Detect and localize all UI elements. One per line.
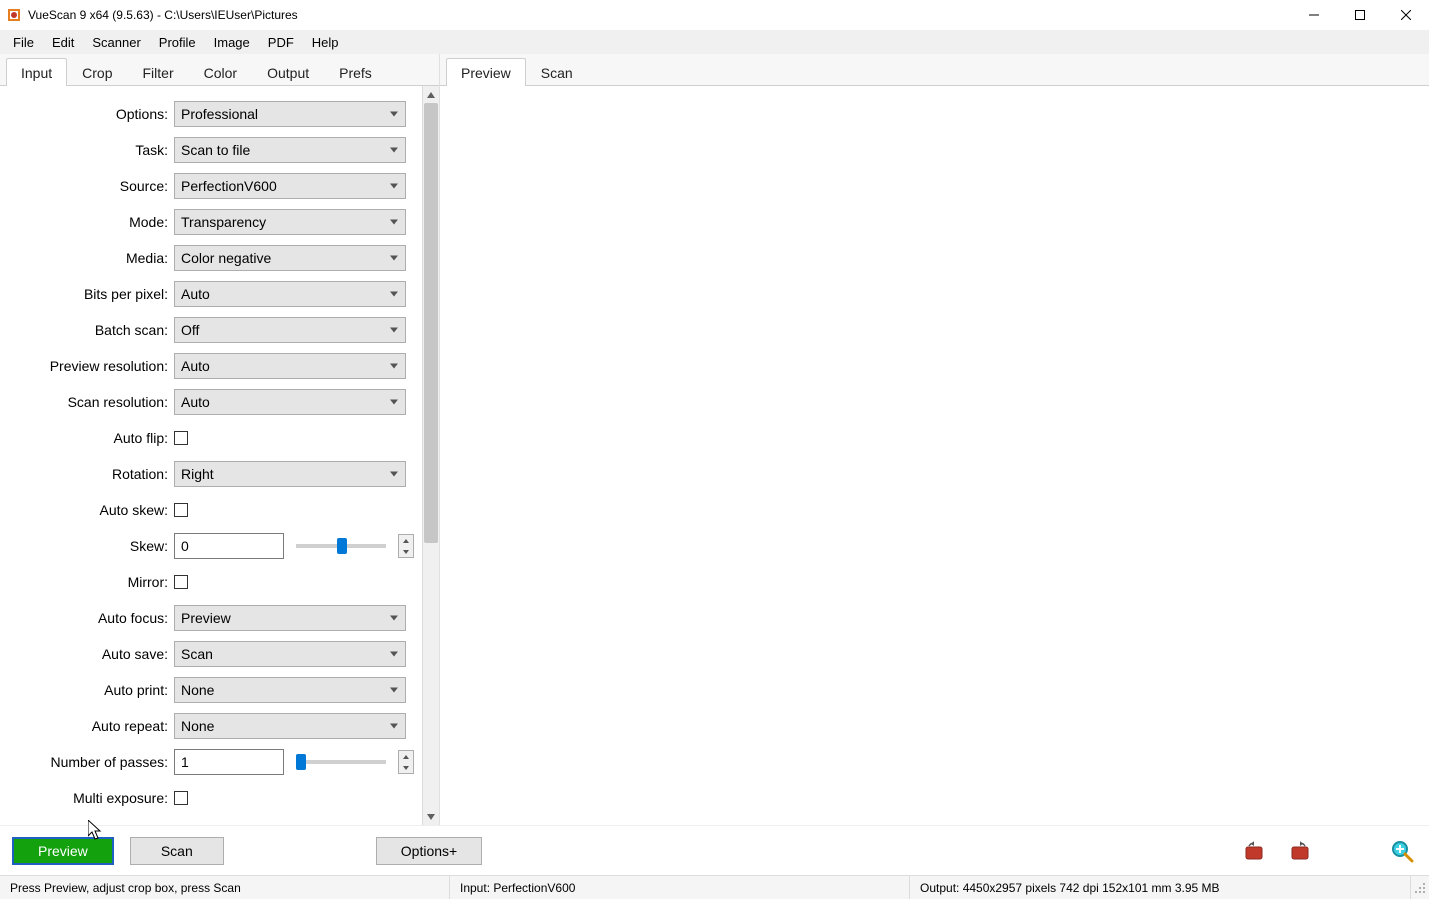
rotation-select[interactable]: Right	[174, 461, 406, 487]
menu-profile[interactable]: Profile	[150, 33, 205, 52]
statusbar: Press Preview, adjust crop box, press Sc…	[0, 875, 1429, 899]
task-select[interactable]: Scan to file	[174, 137, 406, 163]
left-tabstrip: Input Crop Filter Color Output Prefs	[0, 54, 439, 86]
batch-select[interactable]: Off	[174, 317, 406, 343]
autofocus-select[interactable]: Preview	[174, 605, 406, 631]
label-options: Options:	[4, 106, 174, 122]
maximize-button[interactable]	[1337, 0, 1383, 30]
status-hint: Press Preview, adjust crop box, press Sc…	[0, 876, 450, 899]
status-output: Output: 4450x2957 pixels 742 dpi 152x101…	[910, 876, 1411, 899]
label-rotation: Rotation:	[4, 466, 174, 482]
autoflip-checkbox[interactable]	[174, 431, 188, 445]
label-prevres: Preview resolution:	[4, 358, 174, 374]
tab-scan[interactable]: Scan	[526, 58, 588, 86]
minimize-button[interactable]	[1291, 0, 1337, 30]
passes-spinner[interactable]	[398, 750, 414, 774]
titlebar: VueScan 9 x64 (9.5.63) - C:\Users\IEUser…	[0, 0, 1429, 30]
right-tabstrip: Preview Scan	[440, 54, 1429, 86]
label-skew: Skew:	[4, 538, 174, 554]
source-select[interactable]: PerfectionV600	[174, 173, 406, 199]
optionsplus-button[interactable]: Options+	[376, 837, 482, 865]
bpp-select[interactable]: Auto	[174, 281, 406, 307]
multiexp-checkbox[interactable]	[174, 791, 188, 805]
autoprint-select[interactable]: None	[174, 677, 406, 703]
label-mode: Mode:	[4, 214, 174, 230]
label-batch: Batch scan:	[4, 322, 174, 338]
rotate-right-icon[interactable]	[1285, 836, 1315, 866]
label-bpp: Bits per pixel:	[4, 286, 174, 302]
scan-button[interactable]: Scan	[130, 837, 224, 865]
tab-prefs[interactable]: Prefs	[324, 58, 387, 86]
prevres-select[interactable]: Auto	[174, 353, 406, 379]
label-autoprint: Auto print:	[4, 682, 174, 698]
autorepeat-select[interactable]: None	[174, 713, 406, 739]
menu-help[interactable]: Help	[303, 33, 348, 52]
scanres-select[interactable]: Auto	[174, 389, 406, 415]
passes-input[interactable]	[174, 749, 284, 775]
autoskew-checkbox[interactable]	[174, 503, 188, 517]
preview-area	[440, 86, 1429, 825]
tab-crop[interactable]: Crop	[67, 58, 127, 86]
label-task: Task:	[4, 142, 174, 158]
label-source: Source:	[4, 178, 174, 194]
tab-input[interactable]: Input	[6, 58, 67, 86]
label-autofocus: Auto focus:	[4, 610, 174, 626]
menu-scanner[interactable]: Scanner	[83, 33, 149, 52]
passes-slider[interactable]	[296, 760, 386, 764]
label-passes: Number of passes:	[4, 754, 174, 770]
mode-select[interactable]: Transparency	[174, 209, 406, 235]
media-select[interactable]: Color negative	[174, 245, 406, 271]
menu-edit[interactable]: Edit	[43, 33, 83, 52]
options-select[interactable]: Professional	[174, 101, 406, 127]
zoom-in-icon[interactable]	[1387, 836, 1417, 866]
bottombar: Preview Scan Options+	[0, 825, 1429, 875]
label-autosave: Auto save:	[4, 646, 174, 662]
close-button[interactable]	[1383, 0, 1429, 30]
label-multiexp: Multi exposure:	[4, 790, 174, 806]
label-autorepeat: Auto repeat:	[4, 718, 174, 734]
status-input: Input: PerfectionV600	[450, 876, 910, 899]
tab-color[interactable]: Color	[189, 58, 252, 86]
autosave-select[interactable]: Scan	[174, 641, 406, 667]
resize-grip-icon[interactable]	[1411, 882, 1429, 894]
label-mirror: Mirror:	[4, 574, 174, 590]
tab-preview[interactable]: Preview	[446, 58, 526, 86]
input-form: Options: Professional Task: Scan to file…	[0, 86, 422, 825]
menu-pdf[interactable]: PDF	[259, 33, 303, 52]
rotate-left-icon[interactable]	[1239, 836, 1269, 866]
tab-filter[interactable]: Filter	[128, 58, 189, 86]
label-autoskew: Auto skew:	[4, 502, 174, 518]
window-title: VueScan 9 x64 (9.5.63) - C:\Users\IEUser…	[28, 8, 1291, 22]
label-autoflip: Auto flip:	[4, 430, 174, 446]
scroll-up-icon[interactable]	[423, 86, 439, 103]
skew-spinner[interactable]	[398, 534, 414, 558]
preview-button[interactable]: Preview	[12, 837, 114, 865]
skew-slider[interactable]	[296, 544, 386, 548]
mirror-checkbox[interactable]	[174, 575, 188, 589]
tab-output[interactable]: Output	[252, 58, 324, 86]
label-media: Media:	[4, 250, 174, 266]
app-icon	[6, 7, 22, 23]
scroll-down-icon[interactable]	[423, 808, 439, 825]
menubar: File Edit Scanner Profile Image PDF Help	[0, 30, 1429, 54]
skew-input[interactable]	[174, 533, 284, 559]
menu-image[interactable]: Image	[205, 33, 259, 52]
scroll-thumb[interactable]	[424, 103, 438, 543]
menu-file[interactable]: File	[4, 33, 43, 52]
form-scrollbar[interactable]	[422, 86, 439, 825]
label-scanres: Scan resolution:	[4, 394, 174, 410]
